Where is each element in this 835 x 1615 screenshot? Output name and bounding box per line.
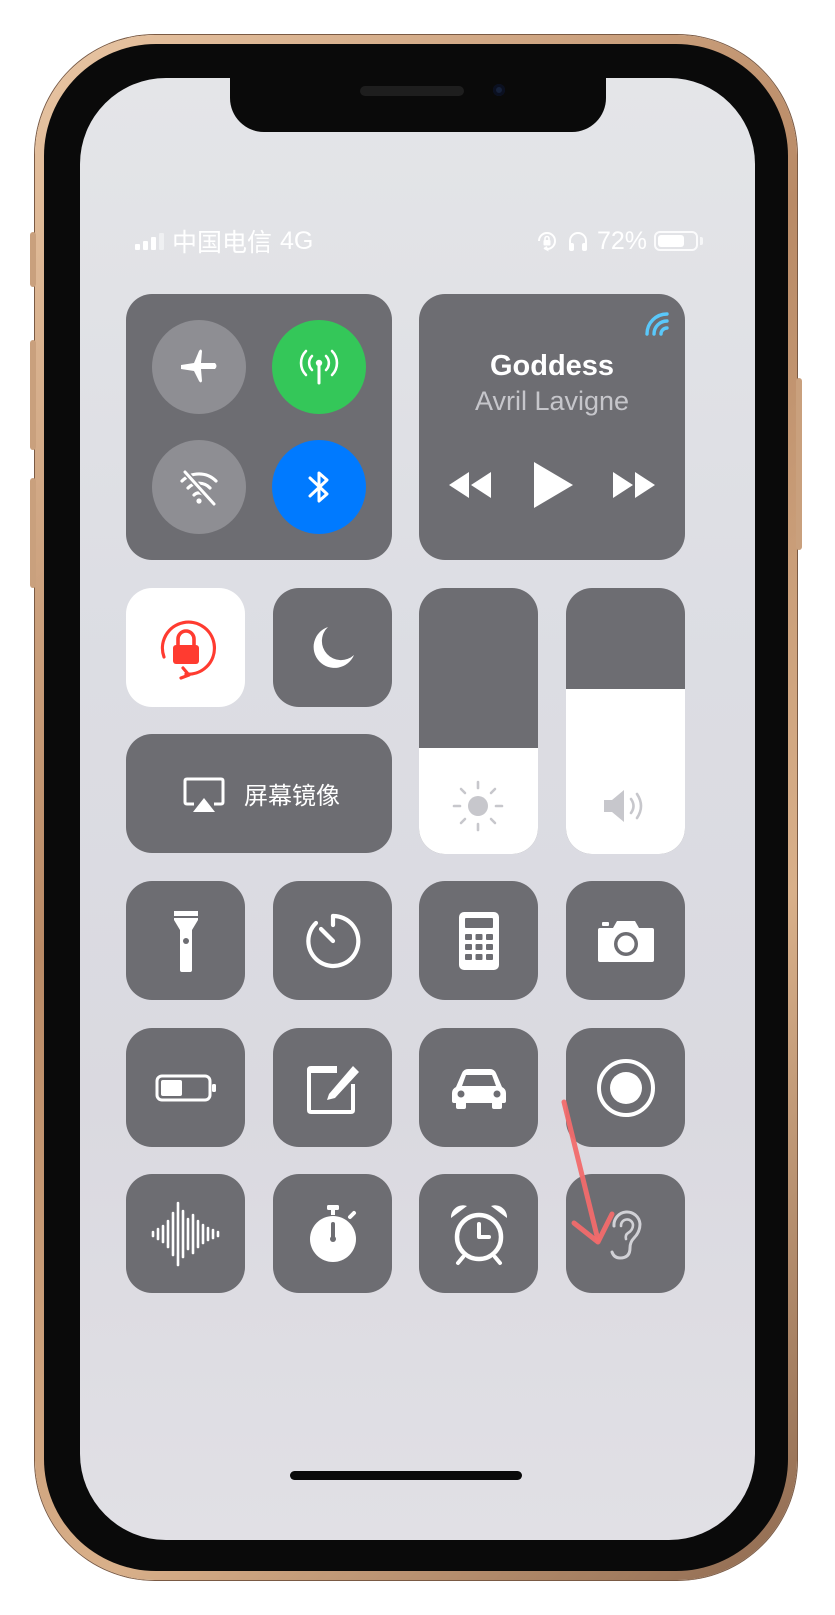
voice-memo-icon	[151, 1201, 219, 1266]
screen-mirroring-button[interactable]: 屏幕镜像	[126, 734, 392, 853]
speaker-icon	[604, 790, 643, 822]
camera-icon	[597, 920, 654, 962]
battery-tip	[700, 237, 703, 245]
airplay-audio-icon[interactable]	[641, 308, 671, 338]
low-power-mode-button[interactable]	[126, 1028, 245, 1147]
bluetooth-toggle[interactable]	[272, 440, 366, 534]
ring-switch	[30, 232, 36, 287]
notch	[230, 78, 606, 132]
alarm-icon	[450, 1204, 507, 1265]
screen-record-icon	[596, 1058, 655, 1117]
carrier-name: 中国电信	[172, 229, 273, 257]
now-playing-module[interactable]: Goddess Avril Lavigne	[419, 294, 685, 560]
play-icon[interactable]	[530, 459, 576, 511]
status-bar-right: 72%	[535, 224, 703, 258]
status-bar-left: 中国电信 4G	[135, 224, 313, 258]
calculator-icon	[458, 911, 499, 970]
timer-icon	[305, 913, 360, 968]
moon-icon	[313, 626, 354, 668]
stopwatch-button[interactable]	[273, 1174, 392, 1293]
orientation-lock-status-icon	[537, 232, 556, 252]
alarm-button[interactable]	[419, 1174, 538, 1293]
flashlight-button[interactable]	[126, 881, 245, 1000]
battery-icon	[654, 231, 698, 251]
previous-track-icon[interactable]	[445, 468, 493, 502]
brightness-slider[interactable]	[419, 588, 538, 854]
screen-recording-button[interactable]	[566, 1028, 685, 1147]
timer-button[interactable]	[273, 881, 392, 1000]
hearing-icon	[610, 1210, 642, 1260]
network-type: 4G	[280, 226, 314, 255]
home-indicator[interactable]	[290, 1471, 522, 1480]
bluetooth-icon	[308, 471, 329, 503]
voice-memos-button[interactable]	[126, 1174, 245, 1293]
notes-icon	[306, 1065, 359, 1114]
sun-icon	[452, 780, 504, 832]
camera-button[interactable]	[566, 881, 685, 1000]
airplane-mode-toggle[interactable]	[152, 320, 246, 414]
car-icon	[451, 1068, 506, 1109]
calculator-button[interactable]	[419, 881, 538, 1000]
low-power-battery-icon	[155, 1074, 216, 1101]
battery-percentage: 72%	[596, 226, 647, 255]
wifi-off-icon	[180, 469, 218, 507]
volume-down-button	[30, 478, 36, 588]
orientation-lock-toggle[interactable]	[126, 588, 245, 707]
volume-level	[566, 689, 685, 854]
next-track-icon[interactable]	[611, 468, 659, 502]
headphones-icon	[568, 232, 587, 251]
song-title: Goddess	[489, 350, 615, 382]
volume-up-button	[30, 340, 36, 450]
volume-slider[interactable]	[566, 588, 685, 854]
stopwatch-icon	[309, 1204, 356, 1262]
antenna-icon	[299, 349, 339, 385]
earpiece	[360, 86, 464, 96]
orientation-lock-icon	[160, 620, 216, 680]
wifi-toggle[interactable]	[152, 440, 246, 534]
screen-mirroring-label: 屏幕镜像	[244, 783, 340, 810]
notes-button[interactable]	[273, 1028, 392, 1147]
airplay-icon	[183, 777, 225, 812]
signal-strength-icon	[135, 232, 164, 250]
hearing-button[interactable]	[566, 1174, 685, 1293]
do-not-disturb-toggle[interactable]	[273, 588, 392, 707]
cellular-data-toggle[interactable]	[272, 320, 366, 414]
front-camera	[493, 84, 505, 96]
connectivity-module[interactable]	[126, 294, 392, 560]
flashlight-icon	[173, 910, 198, 972]
song-artist: Avril Lavigne	[474, 386, 630, 416]
side-button	[796, 378, 802, 550]
driving-mode-button[interactable]	[419, 1028, 538, 1147]
airplane-icon	[181, 349, 217, 383]
control-center-screen: 中国电信 4G 72% Goddess Avril Lavigne 屏幕镜像	[80, 78, 755, 1540]
